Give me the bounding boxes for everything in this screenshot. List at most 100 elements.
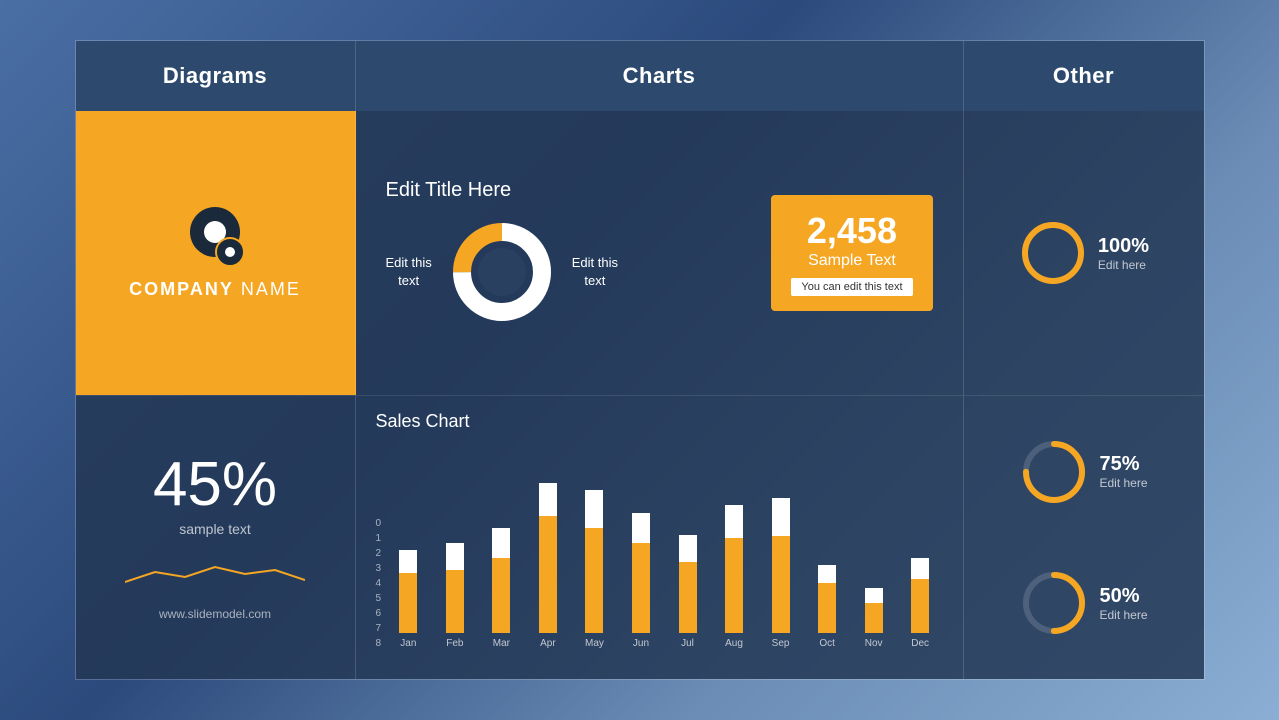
bar-group-jan: Jan <box>386 483 431 649</box>
company-name-strong: COMPANY <box>129 279 234 299</box>
bar-label: Dec <box>911 638 929 649</box>
logo-small-circle <box>215 237 245 267</box>
donut-right-label[interactable]: Edit thistext <box>572 254 618 290</box>
bar-group-dec: Dec <box>898 483 943 649</box>
progress-svg-75 <box>1019 437 1089 507</box>
bar-top <box>725 505 743 538</box>
stat-line-chart <box>125 552 305 592</box>
bar-group-may: May <box>572 483 617 649</box>
progress-text-75: 75% Edit here <box>1099 453 1147 490</box>
donut-section: Edit thistext Edit thistext <box>386 217 619 327</box>
company-logo-icon <box>185 207 245 267</box>
number-sub[interactable]: You can edit this text <box>791 278 912 296</box>
bars-container: JanFebMarAprMayJunJulAugSepOctNovDec <box>386 499 942 669</box>
bar-bottom <box>446 570 464 633</box>
bar-top <box>772 498 790 536</box>
stat-url: www.slidemodel.com <box>159 607 271 621</box>
logo-cell: COMPANY NAME <box>76 111 356 395</box>
stat-sample[interactable]: sample text <box>179 521 251 537</box>
bar-label: Mar <box>493 638 510 649</box>
bar-bottom <box>585 528 603 633</box>
progress-percent-50: 50% <box>1099 585 1147 608</box>
bar-label: Jun <box>633 638 649 649</box>
header-charts-label: Charts <box>623 63 696 89</box>
progress-svg-50 <box>1019 568 1089 638</box>
progress-edit-75[interactable]: Edit here <box>1099 476 1147 490</box>
progress-item-100: 100% Edit here <box>1018 218 1149 288</box>
bar-bottom <box>399 573 417 633</box>
progress-circle-50 <box>1019 568 1089 638</box>
sales-title: Sales Chart <box>376 411 943 432</box>
progress-item-75: 75% Edit here <box>1019 437 1147 507</box>
dashboard: Diagrams Charts Other COMPANY NAME Edit … <box>75 40 1205 680</box>
bar-bottom <box>772 536 790 633</box>
header-other-label: Other <box>1053 63 1114 89</box>
bar-label: Aug <box>725 638 743 649</box>
chart-top-cell: Edit Title Here Edit thistext Edit thist… <box>356 111 964 395</box>
bar-group-aug: Aug <box>712 483 757 649</box>
bar-bottom <box>725 538 743 633</box>
bar-top <box>539 483 557 516</box>
number-value[interactable]: 2,458 <box>807 210 897 252</box>
bar-group-apr: Apr <box>526 483 571 649</box>
progress-item-50: 50% Edit here <box>1019 568 1147 638</box>
bar-label: Oct <box>819 638 835 649</box>
other-top-cell: 100% Edit here <box>964 111 1204 395</box>
progress-edit-100[interactable]: Edit here <box>1098 258 1149 272</box>
bar-top <box>679 535 697 562</box>
bar-top <box>446 543 464 570</box>
sales-chart-cell: Sales Chart 8 7 6 5 4 3 2 1 0 Jan Feb Mar A… <box>356 395 964 679</box>
logo-dot <box>225 247 235 257</box>
number-label[interactable]: Sample Text <box>808 252 896 270</box>
donut-left-label[interactable]: Edit thistext <box>386 254 432 290</box>
bar-wrapper <box>632 483 650 633</box>
progress-circle-100 <box>1018 218 1088 288</box>
y-axis: 8 7 6 5 4 3 2 1 0 <box>376 519 382 669</box>
bar-label: May <box>585 638 604 649</box>
header-diagrams: Diagrams <box>76 41 356 111</box>
bar-label: Jul <box>681 638 694 649</box>
donut-chart <box>447 217 557 327</box>
bar-wrapper <box>492 483 510 633</box>
bar-bottom <box>679 562 697 633</box>
bar-group-sep: Sep <box>758 483 803 649</box>
bar-group-feb: Feb <box>433 483 478 649</box>
bar-bottom <box>539 516 557 633</box>
bar-bottom <box>865 603 883 633</box>
bar-group-mar: Mar <box>479 483 524 649</box>
bar-bottom <box>911 579 929 633</box>
bar-group-jun: Jun <box>619 483 664 649</box>
bar-label: Feb <box>446 638 463 649</box>
bar-label: Apr <box>540 638 556 649</box>
bar-top <box>632 513 650 543</box>
progress-circle-75 <box>1019 437 1089 507</box>
progress-edit-50[interactable]: Edit here <box>1099 608 1147 622</box>
company-name-rest: NAME <box>234 279 301 299</box>
other-bottom-cell: 75% Edit here 50% Edit here <box>964 395 1204 679</box>
bar-group-nov: Nov <box>851 483 896 649</box>
stat-percent: 45% <box>153 454 277 516</box>
bar-wrapper <box>725 483 743 633</box>
bar-group-jul: Jul <box>665 483 710 649</box>
bar-label: Jan <box>400 638 416 649</box>
header-diagrams-label: Diagrams <box>163 63 267 89</box>
bar-top <box>585 490 603 528</box>
progress-percent-75: 75% <box>1099 453 1147 476</box>
chart-top-left: Edit Title Here Edit thistext Edit thist… <box>386 179 752 327</box>
bar-bottom <box>632 543 650 633</box>
bar-wrapper <box>399 483 417 633</box>
progress-svg-100 <box>1018 218 1088 288</box>
bar-wrapper <box>865 483 883 633</box>
donut-svg <box>447 217 557 327</box>
bar-top <box>399 550 417 573</box>
bar-wrapper <box>772 483 790 633</box>
bar-wrapper <box>539 483 557 633</box>
company-name: COMPANY NAME <box>129 279 301 300</box>
number-box: 2,458 Sample Text You can edit this text <box>771 195 932 311</box>
bar-wrapper <box>818 483 836 633</box>
progress-text-100: 100% Edit here <box>1098 235 1149 272</box>
bar-label: Sep <box>772 638 790 649</box>
bar-top <box>865 588 883 603</box>
chart-title[interactable]: Edit Title Here <box>386 179 512 202</box>
header-other: Other <box>964 41 1204 111</box>
